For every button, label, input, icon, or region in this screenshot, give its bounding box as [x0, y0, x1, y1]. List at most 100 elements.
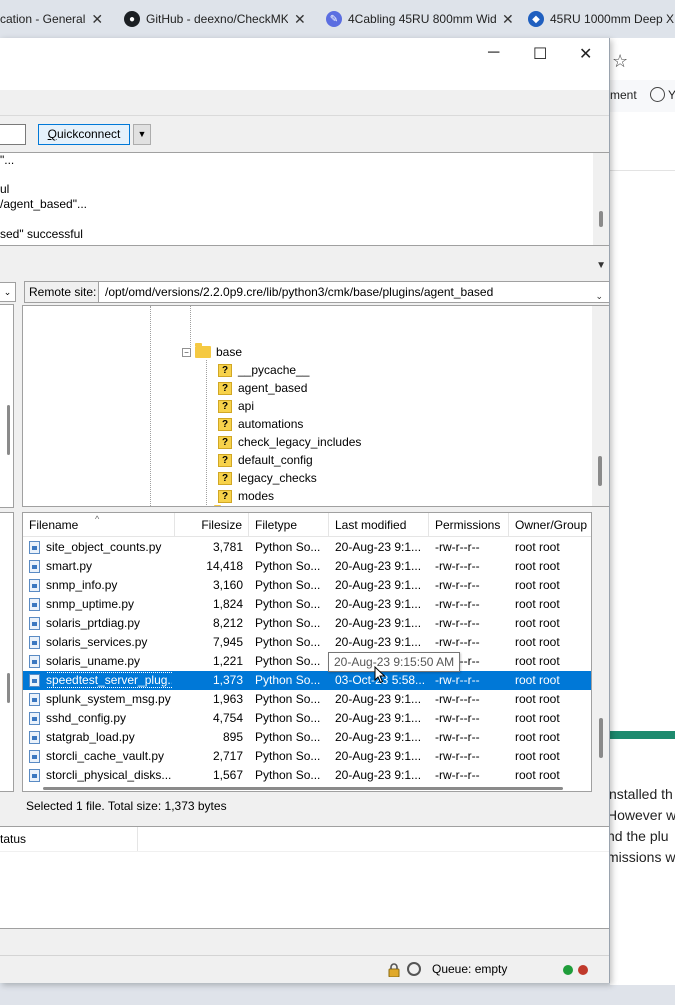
unknown-folder-icon: ?: [218, 399, 232, 413]
article-text: nstalled th: [609, 786, 673, 802]
collapse-icon[interactable]: −: [182, 347, 191, 357]
scroll-thumb[interactable]: [7, 405, 10, 455]
minimize-icon[interactable]: ─: [488, 44, 499, 62]
file-name: storcli_physical_disks....: [46, 768, 172, 782]
selection-status: Selected 1 file. Total size: 1,373 bytes: [26, 799, 227, 813]
horizontal-scrollbar[interactable]: [43, 785, 573, 791]
table-row[interactable]: storcli_physical_disks.... 1,567 Python So…: [23, 766, 591, 785]
table-row[interactable]: snmp_info.py 3,160 Python So... 20-Aug-23 9…: [23, 576, 591, 595]
quickconnect-button[interactable]: Quickconnect: [38, 124, 130, 145]
list-scrollbar[interactable]: [592, 512, 609, 792]
file-type: Python So...: [255, 749, 321, 763]
bookmarks-bar: ment Y: [610, 80, 675, 112]
scroll-thumb[interactable]: [599, 211, 603, 227]
python-file-icon: [29, 712, 40, 725]
file-size: 7,945: [212, 635, 243, 649]
unknown-folder-icon: ?: [218, 471, 232, 485]
column-last-modified[interactable]: Last modified: [329, 513, 429, 537]
quickconnect-dropdown-button[interactable]: ▼: [133, 124, 151, 145]
toolbar: [0, 90, 609, 116]
tree-node[interactable]: ? automations: [218, 415, 303, 433]
file-type: Python So...: [255, 673, 321, 687]
column-filename[interactable]: Filename ^: [23, 513, 175, 537]
python-file-icon: [29, 636, 40, 649]
bookmark-item[interactable]: ment: [610, 88, 637, 102]
close-icon[interactable]: ✕: [579, 44, 592, 64]
python-file-icon: [29, 579, 40, 592]
file-modified: 20-Aug-23 9:1...: [335, 540, 422, 554]
unknown-folder-icon: ?: [218, 363, 232, 377]
python-file-icon: [29, 674, 40, 687]
file-permissions: -rw-r--r--: [435, 540, 480, 554]
star-icon[interactable]: ☆: [612, 51, 628, 72]
file-type: Python So...: [255, 578, 321, 592]
table-row[interactable]: solaris_services.py 7,945 Python So... 20-A…: [23, 633, 591, 652]
table-row[interactable]: speedtest_server_plug... 1,373 Python So..…: [23, 671, 591, 690]
desktop-background: [0, 985, 675, 1005]
tree-node[interactable]: ? legacy_checks: [218, 469, 317, 487]
close-icon[interactable]: ✕: [91, 11, 103, 28]
accent-bar: [610, 731, 675, 739]
browser-tab-3[interactable]: ◆ 45RU 1000mm Deep X 8: [528, 4, 675, 34]
scroll-thumb[interactable]: [599, 718, 603, 758]
chevron-down-icon[interactable]: ⌄: [595, 286, 603, 302]
table-row[interactable]: statgrab_load.py 895 Python So... 20-Aug-23…: [23, 728, 591, 747]
mouse-cursor-icon: [374, 666, 386, 684]
file-owner: root root: [515, 635, 560, 649]
chevron-down-icon[interactable]: ▼: [596, 260, 606, 271]
scroll-thumb[interactable]: [43, 787, 563, 790]
tab-favicon-icon: ◆: [528, 11, 544, 27]
close-icon[interactable]: ✕: [294, 11, 306, 28]
file-owner: root root: [515, 597, 560, 611]
folder-icon: [195, 343, 211, 358]
table-row[interactable]: splunk_system_msg.py 1,963 Python So... 20-…: [23, 690, 591, 709]
tree-node-plugins[interactable]: − plugins: [201, 505, 273, 506]
python-file-icon: [29, 693, 40, 706]
local-file-list[interactable]: [0, 512, 14, 792]
file-owner: root root: [515, 749, 560, 763]
local-tree[interactable]: [0, 304, 14, 508]
column-filetype[interactable]: Filetype: [249, 513, 329, 537]
file-owner: root root: [515, 730, 560, 744]
tree-node[interactable]: ? __pycache__: [218, 361, 309, 379]
tree-node[interactable]: ? modes: [218, 487, 274, 505]
quickconnect-bar: Quickconnect ▼: [0, 120, 609, 150]
table-row[interactable]: solaris_uname.py 1,221 Python So... 20-Aug-…: [23, 652, 591, 671]
table-row[interactable]: storcli_cache_vault.py 2,717 Python So... 2…: [23, 747, 591, 766]
tree-scrollbar[interactable]: [592, 306, 609, 506]
pane-splitter[interactable]: ▼: [0, 246, 609, 276]
file-permissions: -rw-r--r--: [435, 559, 480, 573]
close-icon[interactable]: ✕: [502, 11, 514, 28]
browser-tab-1[interactable]: ● GitHub - deexno/CheckMK ✕: [124, 4, 312, 34]
tree-node-base[interactable]: − base: [182, 343, 242, 361]
table-row[interactable]: solaris_prtdiag.py 8,212 Python So... 20-Au…: [23, 614, 591, 633]
scroll-thumb[interactable]: [598, 456, 602, 486]
column-filesize[interactable]: Filesize: [175, 513, 249, 537]
scroll-thumb[interactable]: [7, 673, 10, 703]
speed-limit-icon[interactable]: [407, 962, 421, 976]
table-row[interactable]: smart.py 14,418 Python So... 20-Aug-23 9:1.…: [23, 557, 591, 576]
tooltip: 20-Aug-23 9:15:50 AM: [328, 652, 461, 672]
tree-node[interactable]: ? api: [218, 397, 254, 415]
browser-tab-0[interactable]: cation - General ✕: [0, 4, 110, 34]
file-type: Python So...: [255, 597, 321, 611]
tree-node[interactable]: ? agent_based: [218, 379, 307, 397]
tree-node[interactable]: ? check_legacy_includes: [218, 433, 361, 451]
file-size: 1,963: [212, 692, 243, 706]
list-header: Filename ^ Filesize Filetype Last modifi…: [23, 513, 591, 537]
remote-path-input[interactable]: /opt/omd/versions/2.2.0p9.cre/lib/python…: [98, 281, 609, 303]
table-row[interactable]: site_object_counts.py 3,781 Python So... 20…: [23, 538, 591, 557]
port-input[interactable]: [0, 124, 26, 145]
log-scrollbar[interactable]: [593, 153, 609, 245]
table-row[interactable]: snmp_uptime.py 1,824 Python So... 20-Aug-23…: [23, 595, 591, 614]
column-status[interactable]: tatus: [0, 827, 138, 851]
column-permissions[interactable]: Permissions: [429, 513, 509, 537]
tree-node[interactable]: ? default_config: [218, 451, 313, 469]
python-file-icon: [29, 750, 40, 763]
bookmark-item[interactable]: Y: [668, 88, 675, 102]
table-row[interactable]: sshd_config.py 4,754 Python So... 20-Aug-23…: [23, 709, 591, 728]
browser-tab-2[interactable]: ✎ 4Cabling 45RU 800mm Wid ✕: [326, 4, 516, 34]
local-path-dropdown[interactable]: ⌄: [0, 282, 16, 302]
column-owner-group[interactable]: Owner/Group: [509, 513, 591, 537]
maximize-icon[interactable]: ☐: [533, 44, 547, 64]
